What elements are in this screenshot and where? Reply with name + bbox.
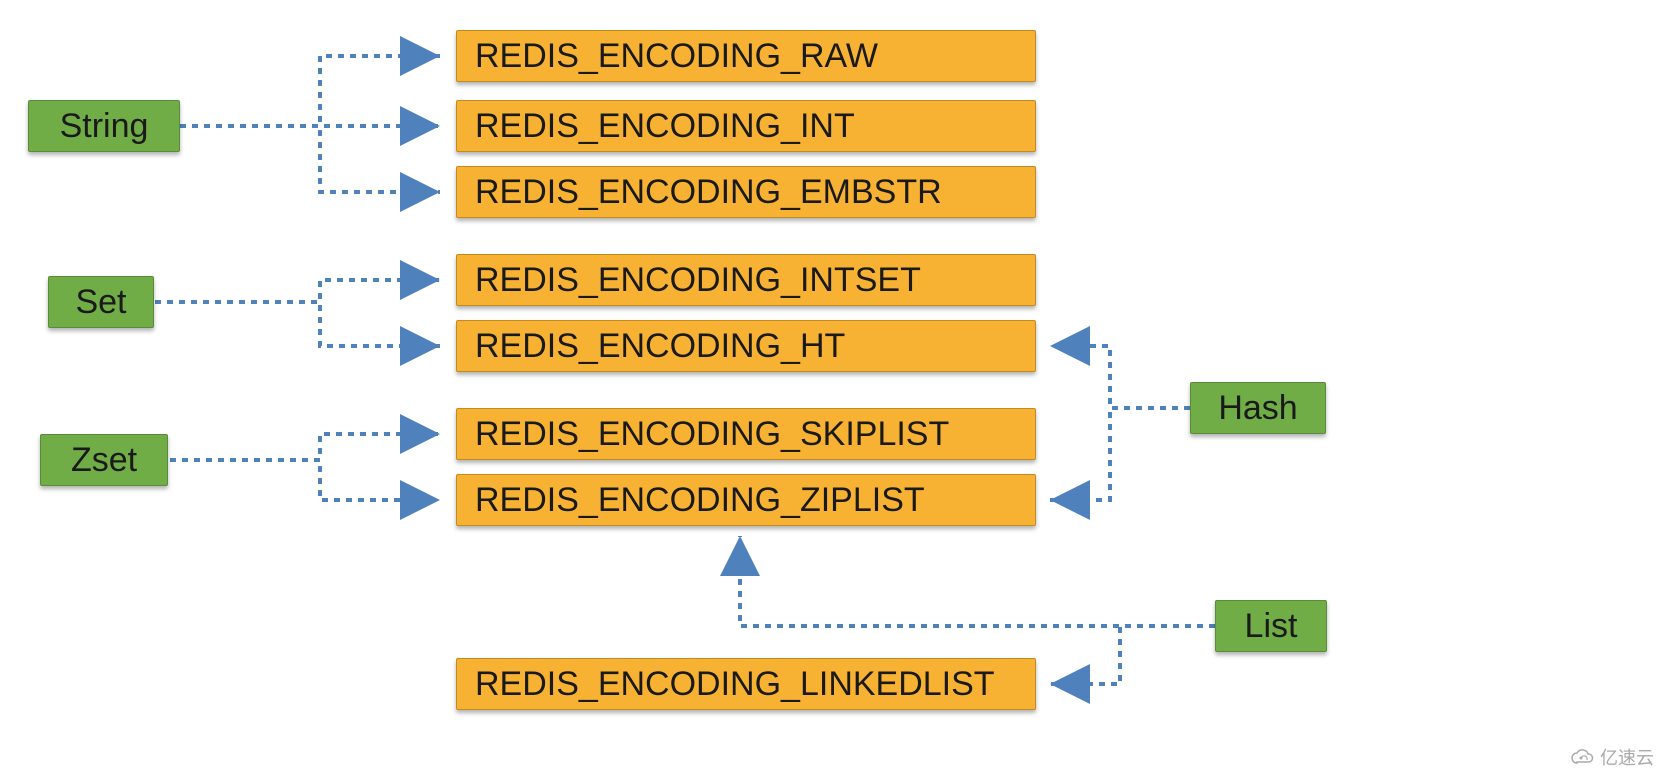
type-list: List bbox=[1215, 600, 1327, 652]
encoding-ht: REDIS_ENCODING_HT bbox=[456, 320, 1036, 372]
encoding-raw: REDIS_ENCODING_RAW bbox=[456, 30, 1036, 82]
type-label: Set bbox=[75, 283, 126, 322]
encoding-label: REDIS_ENCODING_INTSET bbox=[475, 261, 921, 300]
encoding-label: REDIS_ENCODING_HT bbox=[475, 327, 845, 366]
encoding-ziplist: REDIS_ENCODING_ZIPLIST bbox=[456, 474, 1036, 526]
encoding-intset: REDIS_ENCODING_INTSET bbox=[456, 254, 1036, 306]
type-set: Set bbox=[48, 276, 154, 328]
encoding-skiplist: REDIS_ENCODING_SKIPLIST bbox=[456, 408, 1036, 460]
type-zset: Zset bbox=[40, 434, 168, 486]
encoding-linkedlist: REDIS_ENCODING_LINKEDLIST bbox=[456, 658, 1036, 710]
encoding-label: REDIS_ENCODING_INT bbox=[475, 107, 855, 146]
encoding-label: REDIS_ENCODING_RAW bbox=[475, 37, 878, 76]
type-hash: Hash bbox=[1190, 382, 1326, 434]
encoding-int: REDIS_ENCODING_INT bbox=[456, 100, 1036, 152]
encoding-label: REDIS_ENCODING_ZIPLIST bbox=[475, 481, 925, 520]
type-label: Zset bbox=[71, 441, 137, 480]
cloud-icon bbox=[1570, 747, 1596, 767]
encoding-label: REDIS_ENCODING_SKIPLIST bbox=[475, 415, 949, 454]
watermark: 亿速云 bbox=[1570, 744, 1654, 770]
type-label: Hash bbox=[1218, 389, 1297, 428]
type-string: String bbox=[28, 100, 180, 152]
type-label: String bbox=[60, 107, 149, 146]
encoding-label: REDIS_ENCODING_LINKEDLIST bbox=[475, 665, 995, 704]
encoding-label: REDIS_ENCODING_EMBSTR bbox=[475, 173, 942, 212]
type-label: List bbox=[1245, 607, 1298, 646]
watermark-text: 亿速云 bbox=[1600, 744, 1654, 770]
encoding-embstr: REDIS_ENCODING_EMBSTR bbox=[456, 166, 1036, 218]
